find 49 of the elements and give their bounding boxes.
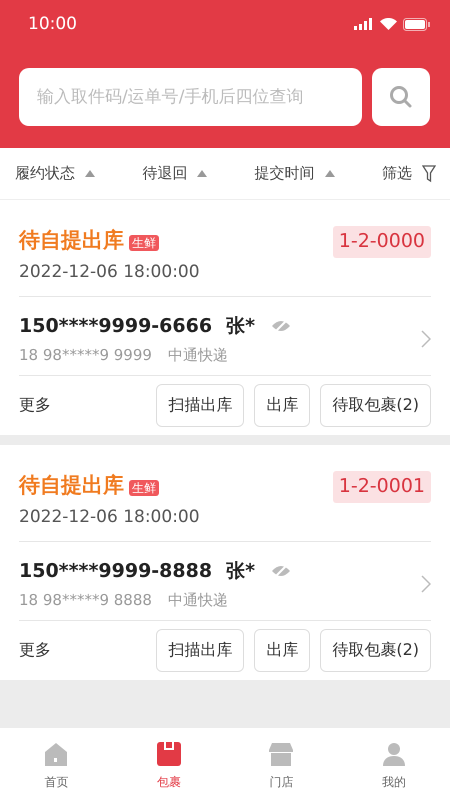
triangle-icon	[324, 170, 335, 177]
parcel-time: 2022-12-06 18:00:00	[19, 262, 200, 282]
action-button[interactable]: 出库	[254, 384, 310, 427]
recipient-name: 张*	[226, 559, 255, 584]
category-tag: 生鲜	[129, 480, 159, 496]
parcel-status: 待自提出库	[19, 473, 124, 497]
tab-item[interactable]: 首页	[0, 728, 112, 800]
tab-item[interactable]: 门店	[225, 728, 338, 800]
search-field[interactable]: 输入取件码/运单号/手机后四位查询	[19, 68, 362, 126]
pickup-code: 1-2-0001	[332, 471, 431, 503]
parcel-icon	[154, 740, 183, 768]
courier-name: 中通快递	[168, 346, 228, 364]
hidden-eye-icon[interactable]	[271, 319, 291, 333]
chevron-right-icon[interactable]	[421, 330, 431, 348]
action-button[interactable]: 出库	[254, 629, 310, 672]
parcel-status: 待自提出库	[19, 228, 124, 252]
battery-icon	[403, 18, 430, 30]
chevron-right-icon[interactable]	[421, 575, 431, 593]
triangle-icon	[197, 170, 208, 177]
wifi-icon	[380, 18, 397, 30]
triangle-icon	[85, 170, 95, 177]
sort-dropdown[interactable]: 待退回	[142, 164, 208, 183]
signal-icon	[354, 18, 374, 30]
pickup-code: 1-2-0000	[332, 226, 431, 258]
tab-item[interactable]: 我的	[338, 728, 450, 800]
action-button[interactable]: 待取包裹(2)	[320, 629, 431, 672]
hidden-eye-icon[interactable]	[271, 564, 291, 578]
action-button[interactable]: 待取包裹(2)	[320, 384, 431, 427]
action-button[interactable]: 扫描出库	[156, 629, 244, 672]
tracking-number: 18 98*****9 9999	[19, 346, 152, 364]
phone-number: 150****9999-6666	[19, 315, 212, 337]
parcel-time: 2022-12-06 18:00:00	[19, 507, 200, 527]
status-time: 10:00	[28, 14, 77, 34]
search-icon	[389, 85, 413, 109]
more-link[interactable]: 更多	[19, 640, 146, 661]
filter-icon	[422, 164, 436, 182]
tab-item[interactable]: 包裹	[112, 728, 225, 800]
sort-dropdown[interactable]: 履约状态	[15, 164, 95, 183]
search-button[interactable]	[372, 68, 430, 126]
recipient-name: 张*	[226, 314, 255, 339]
action-button[interactable]: 扫描出库	[156, 384, 244, 427]
sort-dropdown[interactable]: 提交时间	[254, 164, 335, 183]
more-link[interactable]: 更多	[19, 395, 146, 416]
category-tag: 生鲜	[129, 235, 159, 251]
tracking-number: 18 98*****9 8888	[19, 591, 152, 609]
phone-number: 150****9999-8888	[19, 560, 212, 582]
courier-name: 中通快递	[168, 591, 228, 609]
store-icon	[267, 740, 296, 768]
filter-button[interactable]: 筛选	[382, 164, 436, 183]
